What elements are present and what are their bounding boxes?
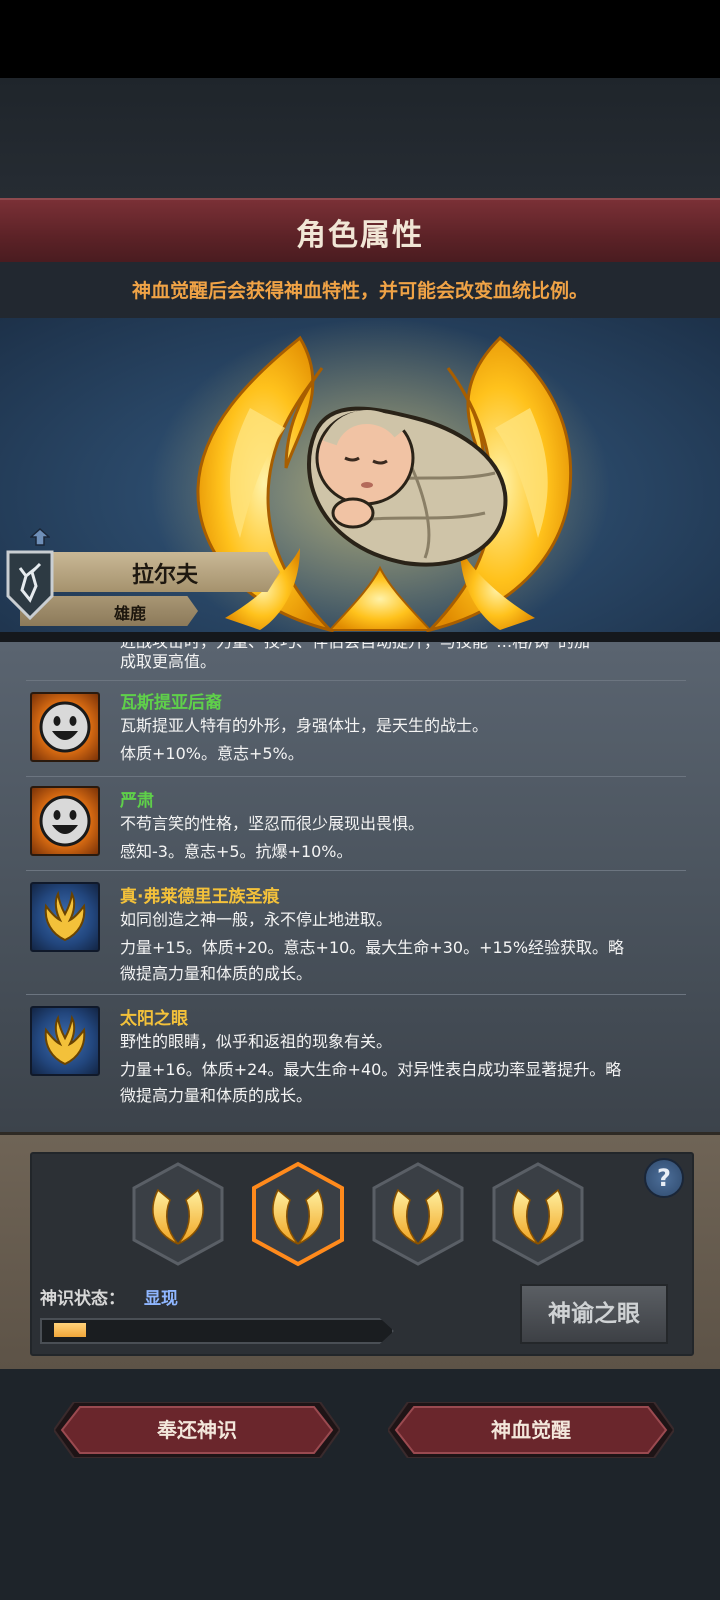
trait-name: 瓦斯提亚后裔 bbox=[120, 693, 222, 713]
stag-crest-icon bbox=[6, 550, 54, 620]
divider bbox=[26, 680, 686, 681]
trait-name: 严肃 bbox=[120, 791, 154, 811]
page-title: 角色属性 bbox=[296, 218, 424, 253]
divine-slot-2[interactable] bbox=[252, 1161, 344, 1267]
trait-stats: 体质+10%。意志+5%。 bbox=[120, 744, 304, 763]
trait-name: 太阳之眼 bbox=[120, 1009, 188, 1029]
trait-name: 真·弗莱德里王族圣痕 bbox=[120, 887, 280, 907]
divine-slots bbox=[132, 1161, 584, 1267]
rank-up-icon bbox=[30, 528, 50, 546]
trait-stats-continued: 微提高力量和体质的成长。 bbox=[120, 1086, 313, 1105]
divine-slot-3[interactable] bbox=[372, 1162, 464, 1266]
divine-status-label: 神识状态： bbox=[40, 1289, 125, 1309]
golden-flame-crest-icon bbox=[30, 882, 100, 952]
trait-stats: 感知-3。意志+5。抗爆+10%。 bbox=[120, 842, 353, 861]
trait-list[interactable]: 近战攻击时，力量、技巧、伴侣会自动提升，与技能“…格/铸”的加 成取更高值。 瓦… bbox=[0, 642, 720, 1132]
divine-slot-4[interactable] bbox=[492, 1162, 584, 1266]
trait-description: 如同创造之神一般，永不停止地进取。 bbox=[120, 910, 393, 929]
divine-progress-bar bbox=[40, 1318, 394, 1344]
trait-description: 不苟言笑的性格，坚忍而很少展现出畏惧。 bbox=[120, 814, 425, 833]
help-icon[interactable]: ? bbox=[644, 1158, 684, 1198]
divider bbox=[26, 994, 686, 995]
smiley-face-icon bbox=[30, 786, 100, 856]
divine-slot-1[interactable] bbox=[132, 1162, 224, 1266]
page-subtitle: 神血觉醒后会获得神血特性，并可能会改变血统比例。 bbox=[131, 280, 588, 302]
trait-description: 野性的眼睛，似乎和返祖的现象有关。 bbox=[120, 1032, 393, 1051]
return-divine-label: 奉还神识 bbox=[157, 1418, 237, 1442]
awaken-bloodline-button[interactable]: 神血觉醒 bbox=[388, 1402, 674, 1458]
trait-stats: 力量+16。体质+24。最大生命+40。对异性表白成功率显著提升。略 bbox=[120, 1060, 622, 1079]
golden-flame-crest-icon bbox=[30, 1006, 100, 1076]
divine-status-value: 显现 bbox=[144, 1289, 178, 1309]
return-divine-button[interactable]: 奉还神识 bbox=[54, 1402, 340, 1458]
trait-stats-continued: 微提高力量和体质的成长。 bbox=[120, 964, 313, 983]
divider bbox=[26, 870, 686, 871]
divine-progress-fill bbox=[54, 1323, 86, 1337]
divider bbox=[26, 776, 686, 777]
oracle-eye-button[interactable]: 神谕之眼 bbox=[520, 1284, 668, 1344]
trait-desc-partial: 成取更高值。 bbox=[120, 652, 217, 671]
swaddled-baby-portrait bbox=[307, 406, 508, 567]
awaken-bloodline-label: 神血觉醒 bbox=[491, 1418, 571, 1442]
character-lineage: 雄鹿 bbox=[113, 604, 146, 623]
hero-divider bbox=[0, 632, 720, 642]
trait-description: 瓦斯提亚人特有的外形，身强体壮，是天生的战士。 bbox=[120, 716, 489, 735]
trait-stats: 力量+15。体质+20。意志+10。最大生命+30。+15%经验获取。略 bbox=[120, 938, 625, 957]
smiley-face-icon bbox=[30, 692, 100, 762]
character-name: 拉尔夫 bbox=[131, 563, 198, 588]
status-bar-area bbox=[0, 0, 720, 78]
